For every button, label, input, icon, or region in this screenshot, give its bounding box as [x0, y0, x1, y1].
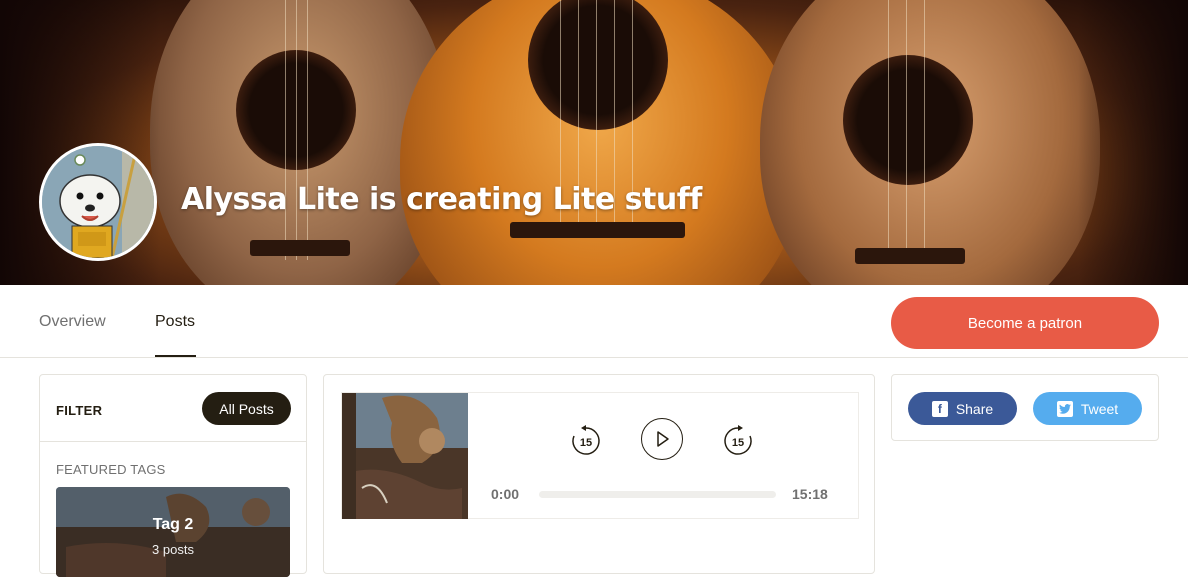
play-icon — [657, 431, 669, 447]
forward-icon: 15 — [724, 425, 752, 455]
creator-avatar[interactable] — [39, 143, 157, 261]
svg-text:15: 15 — [732, 437, 744, 449]
creator-title: Alyssa Lite is creating Lite stuff — [181, 182, 702, 217]
filter-panel: FILTER All Posts FEATURED TAGS Tag 2 3 p… — [39, 374, 307, 577]
rewind-15-button[interactable]: 15 — [569, 424, 603, 458]
play-button[interactable] — [641, 418, 683, 460]
tag-post-count: 3 posts — [152, 542, 194, 557]
guitar-string — [296, 0, 297, 260]
guitar-bridge — [510, 222, 685, 238]
tag-name: Tag 2 — [152, 516, 194, 533]
total-time: 15:18 — [792, 486, 828, 502]
all-posts-button[interactable]: All Posts — [202, 392, 291, 425]
banner-shade — [1078, 0, 1188, 285]
guitar-bridge — [250, 240, 350, 256]
tab-posts[interactable]: Posts — [155, 313, 195, 331]
forward-15-button[interactable]: 15 — [721, 424, 755, 458]
audio-progress-bar[interactable] — [539, 491, 776, 498]
guitar-string — [906, 0, 907, 260]
guitar-string — [888, 0, 889, 260]
soundhole — [843, 55, 973, 185]
twitter-tweet-label: Tweet — [1080, 400, 1119, 417]
facebook-share-label: Share — [955, 400, 994, 417]
facebook-icon: f — [931, 400, 948, 417]
seal-avatar-icon — [42, 146, 154, 258]
post-card: 15 15 0:00 15:18 — [323, 374, 875, 574]
creator-nav: Overview Posts Become a patron — [0, 285, 1188, 358]
filter-header: FILTER All Posts — [40, 375, 306, 442]
cover-banner: Alyssa Lite is creating Lite stuff — [0, 0, 1188, 285]
active-tab-indicator — [155, 355, 196, 357]
twitter-tweet-button[interactable]: Tweet — [1033, 392, 1142, 425]
svg-text:15: 15 — [580, 437, 592, 449]
rewind-icon: 15 — [572, 425, 600, 455]
guitar-string — [285, 0, 286, 260]
facebook-share-button[interactable]: f Share — [908, 392, 1017, 425]
artwork-image — [342, 393, 468, 519]
guitar-bridge — [855, 248, 965, 264]
twitter-icon — [1056, 400, 1073, 417]
audio-player: 15 15 0:00 15:18 — [341, 392, 859, 519]
guitar-string — [307, 0, 308, 260]
current-time: 0:00 — [491, 486, 520, 502]
guitar-string — [924, 0, 925, 260]
tab-overview[interactable]: Overview — [39, 313, 106, 331]
filter-label: FILTER — [56, 403, 103, 418]
featured-tags-label: FEATURED TAGS — [56, 462, 166, 477]
share-panel: f Share Tweet — [891, 374, 1159, 441]
become-patron-button[interactable]: Become a patron — [891, 297, 1159, 349]
audio-artwork — [342, 393, 468, 519]
tag-tile[interactable]: Tag 2 3 posts — [56, 487, 290, 577]
